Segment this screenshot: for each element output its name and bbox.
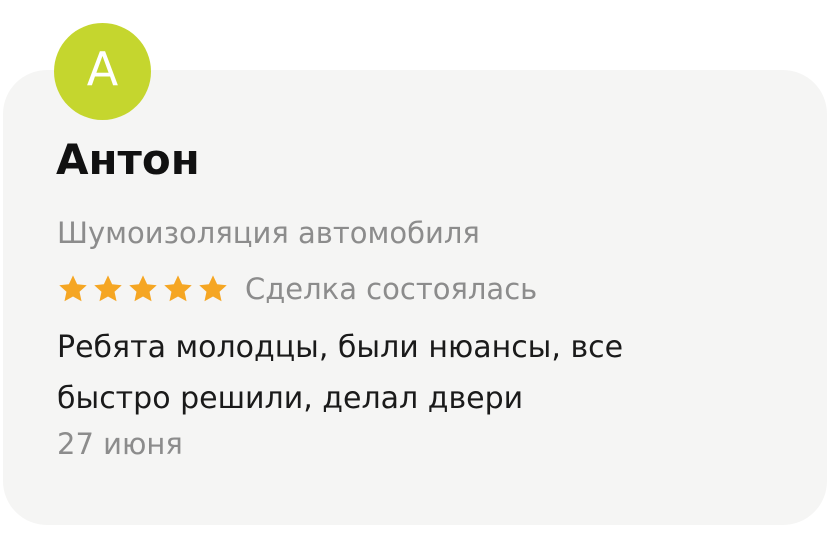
review-text: Ребята молодцы, были нюансы, все быстро … — [57, 322, 757, 424]
star-icon — [199, 275, 227, 302]
star-icon — [59, 275, 87, 302]
avatar-letter: А — [86, 41, 119, 96]
review-text-line: Ребята молодцы, были нюансы, все — [57, 330, 624, 365]
rating-stars — [57, 273, 229, 305]
author-name: Антон — [56, 135, 200, 184]
review-date: 27 июня — [57, 427, 183, 461]
star-icon — [94, 275, 122, 302]
service-name: Шумоизоляция автомобиля — [57, 216, 480, 250]
review-text-line: быстро решили, делал двери — [57, 381, 524, 416]
rating-row: Сделка состоялась — [57, 268, 537, 310]
avatar: А — [54, 23, 151, 120]
star-icon — [129, 275, 157, 302]
star-icon — [164, 275, 192, 302]
deal-status: Сделка состоялась — [245, 271, 538, 306]
